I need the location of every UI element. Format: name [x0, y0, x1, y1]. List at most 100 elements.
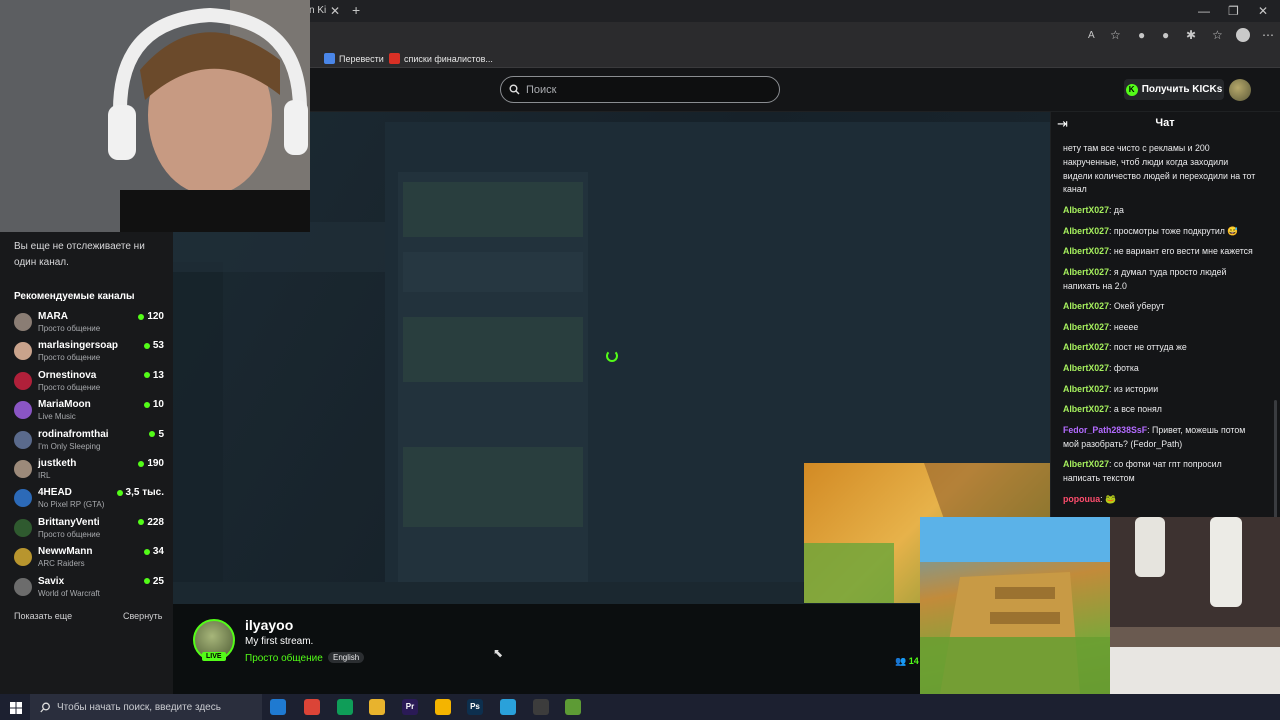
taskbar-search-icon	[40, 702, 50, 712]
windows-start-icon[interactable]	[10, 701, 22, 714]
channel-avatar	[14, 577, 32, 596]
channel-avatar	[14, 342, 32, 361]
chat-username[interactable]: popouua	[1063, 494, 1100, 504]
premiere-icon[interactable]: Pr	[402, 699, 418, 715]
sidebar-channel[interactable]: 4HEAD No Pixel RP (GTA) 3,5 тыс.	[14, 487, 164, 515]
sidebar-channel[interactable]: MARA Просто общение 120	[14, 311, 164, 339]
chat-message: AlbertX027: не вариант его вести мне каж…	[1063, 245, 1259, 259]
extensions-puzzle-icon[interactable]: ✱	[1186, 29, 1196, 41]
telegram-icon[interactable]	[500, 699, 516, 715]
chat-username[interactable]: AlbertX027	[1063, 267, 1109, 277]
tab-title-fragment[interactable]: n Ki	[309, 5, 326, 16]
sidebar-channel[interactable]: justketh IRL 190	[14, 458, 164, 486]
sidebar-channel[interactable]: MariaMoon Live Music 10	[14, 399, 164, 427]
bookmark-translate[interactable]: Перевести	[324, 53, 384, 64]
minecraft-icon[interactable]	[565, 699, 581, 715]
window-close-icon[interactable]: ✕	[1258, 5, 1268, 17]
stream-title: My first stream.	[245, 636, 314, 647]
chat-scrollbar[interactable]	[1274, 400, 1277, 520]
restore-icon[interactable]: ❐	[1228, 5, 1239, 17]
viewers-icon: 👥	[895, 656, 907, 666]
extension-icon[interactable]: ●	[1138, 29, 1145, 41]
channel-category: ARC Raiders	[38, 559, 85, 569]
chat-message: AlbertX027: просмотры тоже подкрутил 😅	[1063, 225, 1259, 239]
chat-message: AlbertX027: из истории	[1063, 383, 1259, 397]
photoshop-icon[interactable]: Ps	[467, 699, 483, 715]
chat-username[interactable]: AlbertX027	[1063, 322, 1109, 332]
sidebar-channel[interactable]: Savix World of Warcraft 25	[14, 576, 164, 604]
sidebar-channel[interactable]: Ornestinova Просто общение 13	[14, 370, 164, 398]
chat-username[interactable]: AlbertX027	[1063, 226, 1109, 236]
channel-viewers: 228	[138, 517, 164, 528]
chat-username[interactable]: AlbertX027	[1063, 404, 1109, 414]
streamer-name[interactable]: ilyayoo	[245, 617, 293, 633]
channel-category: No Pixel RP (GTA)	[38, 500, 105, 510]
obs-icon[interactable]	[533, 699, 549, 715]
search-icon	[509, 84, 520, 95]
chat-message: AlbertX027: я думал туда просто людей на…	[1063, 266, 1259, 294]
chat-username[interactable]: AlbertX027	[1063, 342, 1109, 352]
read-aloud-icon[interactable]: A	[1088, 30, 1095, 42]
show-more-button[interactable]: Показать еще	[14, 611, 72, 621]
user-avatar[interactable]	[1229, 79, 1251, 101]
live-dot-icon	[143, 548, 150, 555]
live-dot-icon	[138, 460, 145, 467]
get-kicks-button[interactable]: K Получить KICKs	[1124, 79, 1224, 100]
extension-icon-2[interactable]: ●	[1162, 29, 1169, 41]
chat-username[interactable]: AlbertX027	[1063, 459, 1109, 469]
chrome-icon-2[interactable]	[337, 699, 353, 715]
chat-message: нету там все чисто с рекламы и 200 накру…	[1063, 142, 1259, 197]
channel-avatar	[14, 401, 32, 420]
favorites-icon[interactable]: ☆	[1212, 29, 1223, 41]
chat-message: AlbertX027: а все понял	[1063, 403, 1259, 417]
sidebar-channel[interactable]: NewwMann ARC Raiders 34	[14, 546, 164, 574]
chat-text: да	[1113, 204, 1124, 215]
chat-title: Чат	[1155, 117, 1175, 129]
bookmark-finalists[interactable]: списки финалистов...	[389, 53, 493, 64]
chat-text: 🐸	[1105, 493, 1116, 504]
bookmark-favicon-icon	[389, 53, 400, 64]
chrome-icon-3[interactable]	[435, 699, 451, 715]
favorite-star-icon[interactable]: ☆	[1110, 29, 1121, 41]
collapse-button[interactable]: Свернуть	[123, 611, 162, 621]
sidebar-channel[interactable]: marlasingersoap Просто общение 53	[14, 340, 164, 368]
chat-text: пост не оттуда же	[1113, 342, 1187, 353]
channel-viewers: 190	[138, 458, 164, 469]
edge-icon[interactable]	[270, 699, 286, 715]
sidebar-channel[interactable]: rodinafromthai I'm Only Sleeping 5	[14, 429, 164, 457]
channel-category: Просто общение	[38, 324, 101, 333]
language-tag[interactable]: English	[328, 652, 365, 663]
channel-viewers: 25	[143, 576, 164, 587]
webcam-overlay	[0, 0, 310, 232]
new-tab-icon[interactable]: +	[352, 3, 360, 17]
sidebar-channel[interactable]: BrittanyVenti Просто общение 228	[14, 517, 164, 545]
minimize-icon[interactable]: —	[1198, 5, 1210, 17]
chrome-icon[interactable]	[304, 699, 320, 715]
stream-category[interactable]: Просто общение	[245, 653, 323, 664]
channel-viewers: 53	[143, 340, 164, 351]
live-dot-icon	[143, 578, 150, 585]
channel-avatar	[14, 460, 32, 478]
chat-text: фотка	[1113, 362, 1139, 373]
chat-username[interactable]: AlbertX027	[1063, 301, 1109, 311]
profile-icon[interactable]	[1236, 28, 1250, 42]
chat-message: AlbertX027: Окей уберут	[1063, 300, 1259, 314]
chat-username[interactable]: AlbertX027	[1063, 205, 1109, 215]
webcam-person-silhouette	[0, 0, 310, 232]
channel-name: MariaMoon	[38, 399, 91, 411]
boots-scene	[1110, 517, 1280, 694]
taskbar-search[interactable]: Чтобы начать поиск, введите здесь	[30, 694, 262, 720]
chat-username[interactable]: Fedor_Path2838SsF	[1063, 425, 1147, 435]
folder-icon[interactable]	[369, 699, 385, 715]
tab-close-icon[interactable]: ✕	[330, 5, 340, 17]
channel-category: World of Warcraft	[38, 588, 100, 598]
loading-spinner	[606, 350, 618, 362]
search-input[interactable]: Поиск	[500, 76, 780, 103]
chat-text: нету там все чисто с рекламы и 200 накру…	[1063, 143, 1256, 195]
channel-category: Просто общение	[38, 353, 101, 363]
chat-username[interactable]: AlbertX027	[1063, 363, 1109, 373]
chat-message: AlbertX027: фотка	[1063, 362, 1259, 376]
chat-username[interactable]: AlbertX027	[1063, 246, 1109, 256]
chat-username[interactable]: AlbertX027	[1063, 384, 1109, 394]
more-menu-icon[interactable]: ⋯	[1262, 29, 1274, 41]
